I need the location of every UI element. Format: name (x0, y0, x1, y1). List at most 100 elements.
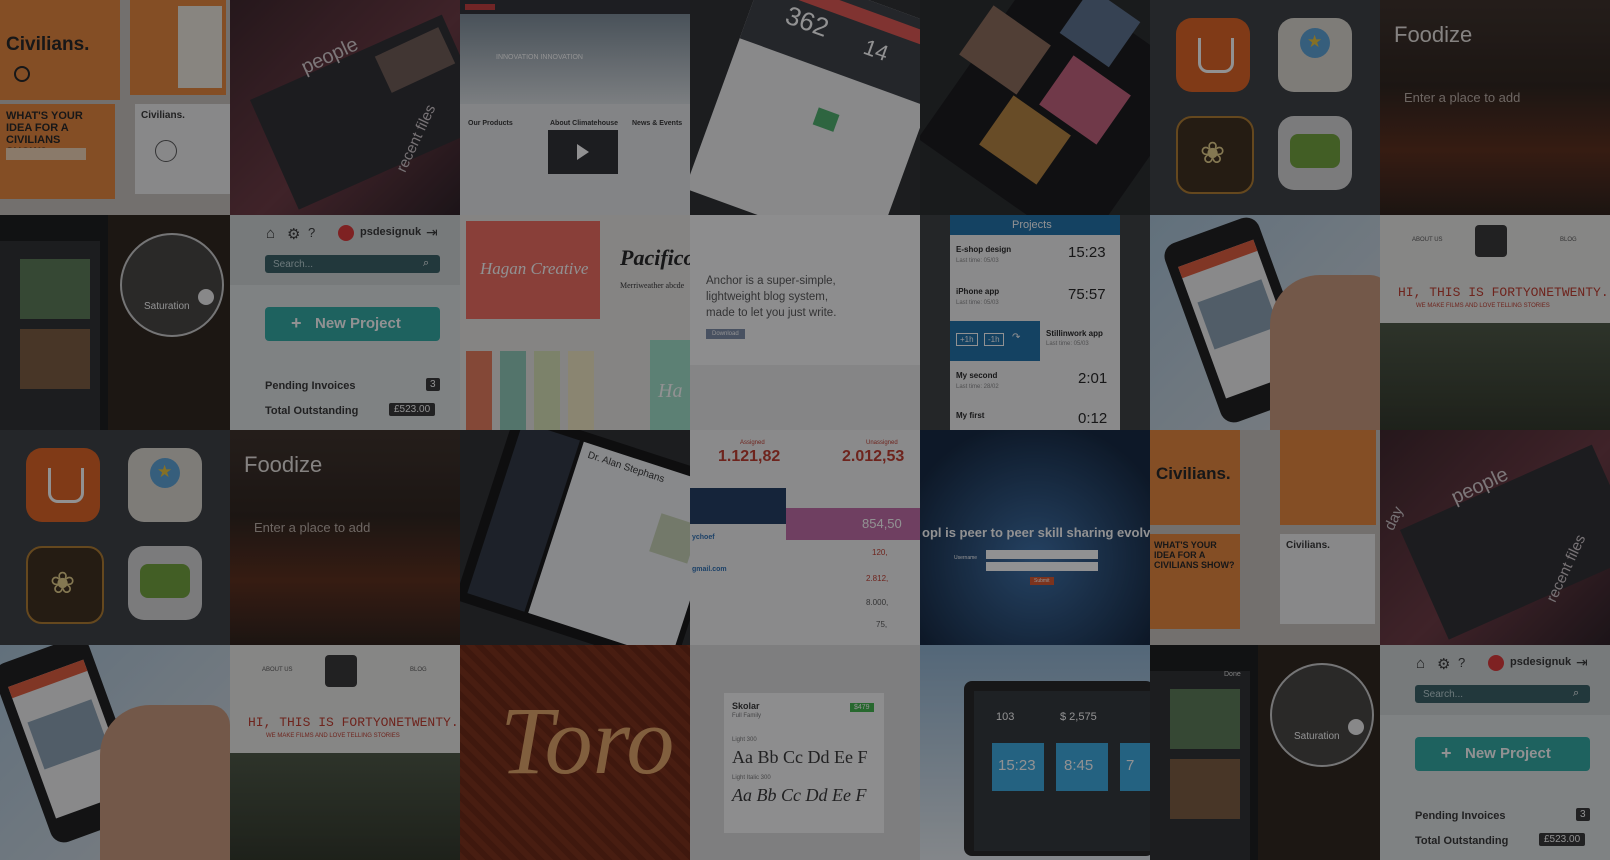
chat-bubble-icon[interactable] (128, 546, 202, 620)
photo-thumb[interactable] (20, 329, 90, 389)
tile-civilians-2[interactable]: Civilians. WHAT'S YOUR IDEA FOR A CIVILI… (1150, 430, 1380, 645)
psd-header: ⌂ ⚙ ? psdesignuk ⇥ Search... ⌕ (230, 215, 460, 285)
avatar[interactable] (1488, 655, 1504, 671)
help-icon[interactable]: ? (308, 225, 315, 240)
tile-hagan-creative[interactable]: Hagan Creative Pacifico Merriweather abc… (460, 215, 690, 430)
lotus-icon[interactable]: ❀ (26, 546, 104, 624)
budget-input[interactable]: ychoef (692, 534, 715, 541)
tile-tablet-profile[interactable]: Dr. Alan Stephans (460, 430, 690, 645)
tile-phone-hand[interactable] (1150, 215, 1380, 430)
project-row[interactable]: My first 0:12 (950, 405, 1120, 430)
map-pin-icon[interactable]: ★ (1278, 18, 1352, 92)
search-icon[interactable]: ⌕ (423, 257, 429, 270)
tile-skill-sharing[interactable]: opl is peer to peer skill sharing evolv … (920, 430, 1150, 645)
nav-about[interactable]: ABOUT US (262, 667, 293, 673)
projects-title: Projects (1012, 219, 1052, 231)
skolar-price-badge[interactable]: $479 (850, 703, 874, 712)
timer-card[interactable]: 7 (1120, 743, 1150, 791)
username-input[interactable] (986, 550, 1098, 559)
redo-icon[interactable]: ↷ (1012, 332, 1020, 343)
map-pin-icon[interactable]: ★ (128, 448, 202, 522)
saturation-slider-knob[interactable] (1348, 719, 1364, 735)
play-icon[interactable] (577, 144, 589, 160)
tile-rope-lettering[interactable]: Toro (460, 645, 690, 860)
logout-icon[interactable]: ⇥ (426, 224, 438, 241)
shopping-bag-icon[interactable] (1176, 18, 1250, 92)
add-hour-button[interactable]: +1h (956, 333, 978, 346)
tile-budget[interactable]: Assigned 1.121,82 Unassigned 2.012,53 85… (690, 430, 920, 645)
color-swatch[interactable] (500, 351, 526, 430)
photo-thumb[interactable] (1170, 689, 1240, 749)
map-thumb[interactable] (649, 513, 690, 564)
shopping-bag-icon[interactable] (26, 448, 100, 522)
tile-phone-hand-2[interactable] (0, 645, 230, 860)
ok-button[interactable] (812, 107, 840, 132)
feed-photo[interactable] (27, 699, 109, 770)
color-swatch[interactable] (534, 351, 560, 430)
tile-psd-app-2[interactable]: ⌂ ⚙ ? psdesignuk ⇥ Search... ⌕ + New Pro… (1380, 645, 1610, 860)
done-button[interactable]: Done (1224, 671, 1241, 678)
project-row[interactable]: iPhone app Last time: 05/03 75:57 (950, 279, 1120, 319)
remove-hour-button[interactable]: -1h (984, 333, 1004, 346)
search-icon[interactable]: ⌕ (1573, 687, 1579, 700)
submit-button[interactable]: Submit (1030, 577, 1054, 585)
saturation-slider-knob[interactable] (198, 289, 214, 305)
tile-people-app[interactable]: people recent files (230, 0, 460, 215)
tile-skolar-font[interactable]: Skolar Full Family $479 Light 300 Aa Bb … (690, 645, 920, 860)
tile-projects-timer[interactable]: Projects E-shop design Last time: 05/03 … (920, 215, 1150, 430)
project-row[interactable]: My second Last time: 28/02 2:01 (950, 363, 1120, 403)
foodize-place-input[interactable]: Enter a place to add (254, 520, 370, 535)
gear-icon[interactable]: ⚙ (287, 225, 300, 243)
help-icon[interactable]: ? (1458, 655, 1465, 670)
timer-card[interactable]: 15:23 (992, 743, 1044, 791)
civilians-input[interactable] (6, 148, 86, 160)
tile-fortyonetwenty-2[interactable]: ABOUT US BLOG HI, THIS IS FORTYONETWENTY… (230, 645, 460, 860)
psd-search-input[interactable]: Search... ⌕ (1415, 685, 1590, 703)
civilians-logo: Civilians. (1156, 464, 1231, 483)
saturation-loupe[interactable]: Saturation (1270, 663, 1374, 767)
timer-card[interactable]: 8:45 (1056, 743, 1108, 791)
project-row[interactable]: E-shop design Last time: 05/03 15:23 (950, 237, 1120, 277)
budget-input[interactable]: gmail.com (692, 566, 727, 573)
anchor-download-button[interactable]: Download (706, 329, 745, 339)
tile-app-icons[interactable]: ★ ❀ (1150, 0, 1380, 215)
new-project-button[interactable]: + New Project (1415, 737, 1590, 771)
charity-video[interactable] (548, 130, 618, 174)
gear-icon[interactable]: ⚙ (1437, 655, 1450, 673)
tile-stats-phone[interactable]: 362 14 (690, 0, 920, 215)
tile-foodize[interactable]: Foodize Enter a place to add (1380, 0, 1610, 215)
tile-foodize-2[interactable]: Foodize Enter a place to add (230, 430, 460, 645)
tile-timer-laptop[interactable]: 103 $ 2,575 15:23 8:45 7 (920, 645, 1150, 860)
home-icon[interactable]: ⌂ (1416, 655, 1425, 672)
tile-saturation[interactable]: Saturation (0, 215, 230, 430)
tile-saturation-2[interactable]: Done Saturation (1150, 645, 1380, 860)
tile-app-icons-2[interactable]: ★ ❀ (0, 430, 230, 645)
tile-civilians[interactable]: Civilians. WHAT'S YOUR IDEA FOR A CIVILI… (0, 0, 230, 215)
home-icon[interactable]: ⌂ (266, 225, 275, 242)
project-time: 75:57 (1068, 286, 1106, 303)
tile-fortyonetwenty[interactable]: ABOUT US BLOG HI, THIS IS FORTYONETWENTY… (1380, 215, 1610, 430)
psd-search-input[interactable]: Search... ⌕ (265, 255, 440, 273)
nav-about[interactable]: ABOUT US (1412, 237, 1443, 243)
tile-charity-site[interactable]: INNOVATION INNOVATION Our Products About… (460, 0, 690, 215)
avatar[interactable] (338, 225, 354, 241)
nav-blog[interactable]: BLOG (410, 667, 427, 673)
color-swatch[interactable] (466, 351, 492, 430)
logout-icon[interactable]: ⇥ (1576, 654, 1588, 671)
lotus-icon[interactable]: ❀ (1176, 116, 1254, 194)
tile-people-app-2[interactable]: people recent files day (1380, 430, 1610, 645)
photo-thumb[interactable] (20, 259, 90, 319)
email-input[interactable] (986, 562, 1098, 571)
tile-photo-tablet[interactable] (920, 0, 1150, 215)
photo-thumb[interactable] (1170, 759, 1240, 819)
chat-bubble-icon[interactable] (1278, 116, 1352, 190)
tile-psd-app[interactable]: ⌂ ⚙ ? psdesignuk ⇥ Search... ⌕ + New Pro… (230, 215, 460, 430)
tile-anchor-blog[interactable]: Anchor is a super-simple, lightweight bl… (690, 215, 920, 430)
nav-blog[interactable]: BLOG (1560, 237, 1577, 243)
psd-username: psdesignuk (360, 226, 422, 238)
new-project-button[interactable]: + New Project (265, 307, 440, 341)
foodize-place-input[interactable]: Enter a place to add (1404, 90, 1520, 105)
saturation-loupe[interactable]: Saturation (120, 233, 224, 337)
color-swatch[interactable] (568, 351, 594, 430)
feed-photo[interactable] (1197, 279, 1279, 350)
